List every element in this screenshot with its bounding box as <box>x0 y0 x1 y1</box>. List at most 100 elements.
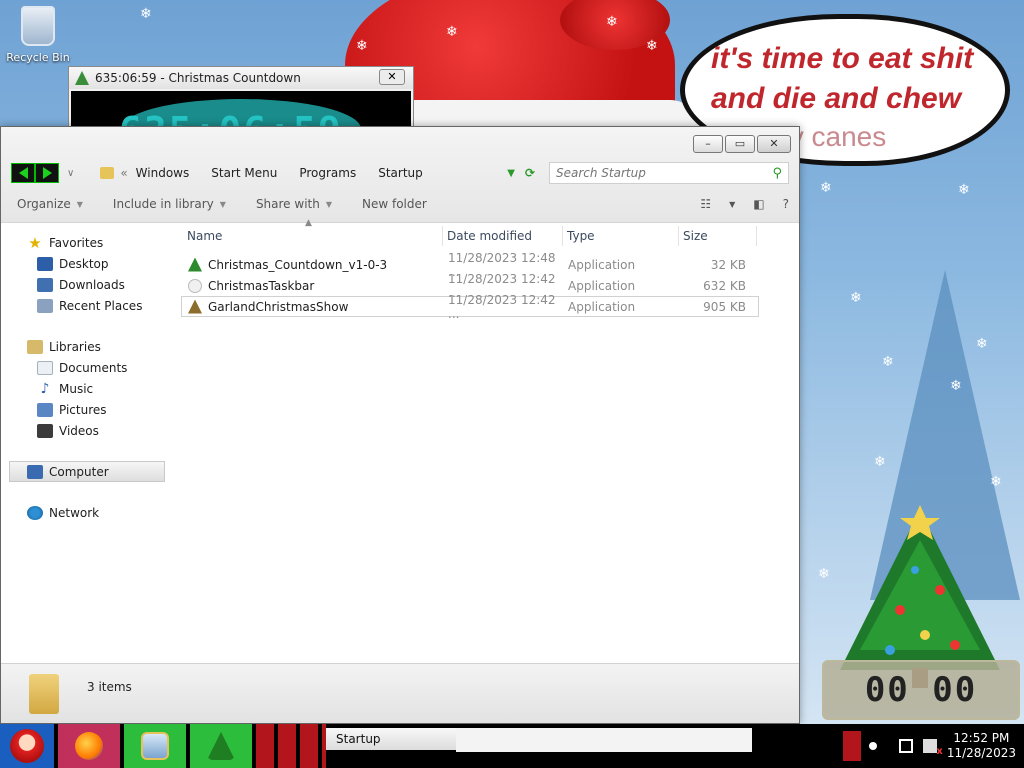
snowflake-icon: ❄ <box>882 354 894 370</box>
snowflake-icon: ❄ <box>818 566 830 582</box>
taskbar-task-startup[interactable]: Startup <box>326 728 456 750</box>
speech-line-2: and die and chew <box>711 82 962 115</box>
action-center-icon[interactable] <box>898 739 913 753</box>
minimize-button[interactable]: – <box>693 135 723 153</box>
view-dropdown-icon[interactable]: ▼ <box>729 200 735 209</box>
breadcrumb-windows[interactable]: Windows <box>136 166 190 180</box>
volume-muted-icon[interactable] <box>922 739 943 757</box>
documents-icon <box>37 360 53 375</box>
search-box[interactable]: ⚲ <box>549 162 789 184</box>
nav-documents[interactable]: Documents <box>1 357 171 378</box>
nav-desktop[interactable]: Desktop <box>1 253 171 274</box>
breadcrumb-programs[interactable]: Programs <box>299 166 356 180</box>
recent-pages-dropdown[interactable]: ∨ <box>67 168 74 179</box>
music-icon: ♪ <box>40 380 50 397</box>
share-with-label: Share with <box>255 197 320 211</box>
recycle-bin-desktop-icon[interactable]: Recycle Bin <box>4 6 72 64</box>
column-type[interactable]: Type <box>563 226 679 246</box>
breadcrumb-start-menu[interactable]: Start Menu <box>211 166 277 180</box>
file-date: 11/28/2023 12:42 ... <box>448 292 556 321</box>
snowflake-icon: ❄ <box>990 474 1002 490</box>
snowflake-icon: ❄ <box>140 6 152 22</box>
chevron-down-icon: ▼ <box>325 199 332 209</box>
file-type: Application <box>568 278 636 293</box>
countdown-close-button[interactable]: ✕ <box>379 69 405 85</box>
search-input[interactable] <box>556 166 756 180</box>
explorer-chrome: – ▭ ✕ ∨ « Windows Start Menu Programs St… <box>1 127 799 223</box>
help-icon[interactable]: ? <box>783 197 789 211</box>
nav-pictures[interactable]: Pictures <box>1 399 171 420</box>
snowflake-icon: ❄ <box>958 182 970 198</box>
taskbar-christmas-app-button[interactable] <box>190 724 252 768</box>
breadcrumb-startup[interactable]: Startup <box>378 166 423 180</box>
desktop-icon <box>37 256 53 271</box>
caption-buttons: – ▭ ✕ <box>693 135 791 153</box>
address-row: ∨ « Windows Start Menu Programs Startup … <box>11 161 789 185</box>
close-button[interactable]: ✕ <box>757 135 791 153</box>
nav-favorites-group: ★ Favorites Desktop Downloads Recent Pla… <box>1 232 171 316</box>
clock-gadget[interactable]: 00 00 <box>822 660 1020 720</box>
speech-line-1: it's time to eat shit <box>711 42 974 75</box>
nav-music-label: Music <box>59 381 94 396</box>
refresh-icon[interactable]: ⟳ <box>525 166 535 180</box>
nav-pictures-label: Pictures <box>59 402 107 417</box>
column-size[interactable]: Size <box>679 226 757 246</box>
command-bar: Organize ▼ Include in library ▼ Share wi… <box>17 193 789 215</box>
organize-button[interactable]: Organize ▼ <box>17 197 83 211</box>
file-explorer-icon <box>141 732 169 760</box>
view-options-icon[interactable]: ☷ <box>700 197 711 211</box>
computer-icon <box>27 464 43 479</box>
include-in-library-button[interactable]: Include in library ▼ <box>113 197 226 211</box>
new-folder-button[interactable]: New folder <box>362 197 427 211</box>
nav-libraries[interactable]: Libraries <box>1 336 171 357</box>
item-count: 3 items <box>87 679 132 694</box>
taskbar-decoration <box>256 724 326 768</box>
file-row[interactable]: GarlandChristmasShow 11/28/2023 12:42 ..… <box>181 293 759 321</box>
snowflake-icon: ❄ <box>446 24 458 40</box>
system-tray: 12:52 PM 11/28/2023 <box>842 724 1024 768</box>
file-type: Application <box>568 257 636 272</box>
explorer-window[interactable]: – ▭ ✕ ∨ « Windows Start Menu Programs St… <box>0 126 800 724</box>
nav-recent-places[interactable]: Recent Places <box>1 295 171 316</box>
taskbar-firefox-button[interactable] <box>58 724 120 768</box>
nav-computer[interactable]: Computer <box>9 461 165 482</box>
tray-dot-icon <box>868 742 877 750</box>
breadcrumb[interactable]: « Windows Start Menu Programs Startup ▼ … <box>100 162 549 184</box>
snowflake-icon: ❄ <box>356 38 368 54</box>
back-button[interactable] <box>11 163 35 183</box>
downloads-icon <box>37 277 53 292</box>
file-type: Application <box>568 299 636 314</box>
address-dropdown-icon[interactable]: ▼ <box>507 168 515 179</box>
preview-pane-icon[interactable]: ◧ <box>753 197 764 211</box>
share-with-button[interactable]: Share with ▼ <box>256 197 332 211</box>
start-button[interactable] <box>0 724 54 768</box>
new-folder-label: New folder <box>362 197 427 211</box>
nav-favorites[interactable]: ★ Favorites <box>1 232 171 253</box>
taskbar: Startup 12:52 PM 11/28/2023 <box>0 724 1024 768</box>
nav-downloads[interactable]: Downloads <box>1 274 171 295</box>
taskbar-file-explorer-button[interactable] <box>124 724 186 768</box>
nav-videos[interactable]: Videos <box>1 420 171 441</box>
nav-music[interactable]: ♪ Music <box>1 378 171 399</box>
view-controls: ☷ ▼ ◧ ? <box>700 197 789 211</box>
clock-date: 11/28/2023 <box>946 746 1016 760</box>
forward-button[interactable] <box>35 163 59 183</box>
chevron-down-icon: ▼ <box>219 199 226 209</box>
file-size: 32 KB <box>710 257 746 272</box>
file-name: GarlandChristmasShow <box>208 299 349 314</box>
breadcrumb-overflow-icon[interactable]: « <box>120 166 127 180</box>
search-icon[interactable]: ⚲ <box>772 166 782 181</box>
snowflake-icon: ❄ <box>850 290 862 306</box>
snowflake-icon: ❄ <box>976 336 988 352</box>
details-pane: 3 items <box>1 663 799 723</box>
maximize-button[interactable]: ▭ <box>725 135 755 153</box>
column-name[interactable]: Name <box>181 226 443 246</box>
countdown-title: 635:06:59 - Christmas Countdown <box>95 71 301 85</box>
tree-icon <box>75 71 89 85</box>
taskbar-clock[interactable]: 12:52 PM 11/28/2023 <box>947 731 1016 761</box>
forward-arrow-icon <box>42 167 52 179</box>
countdown-titlebar[interactable]: 635:06:59 - Christmas Countdown <box>69 67 413 89</box>
snowflake-icon: ❄ <box>950 378 962 394</box>
nav-network[interactable]: Network <box>1 502 171 523</box>
column-date-modified[interactable]: Date modified <box>443 226 563 246</box>
